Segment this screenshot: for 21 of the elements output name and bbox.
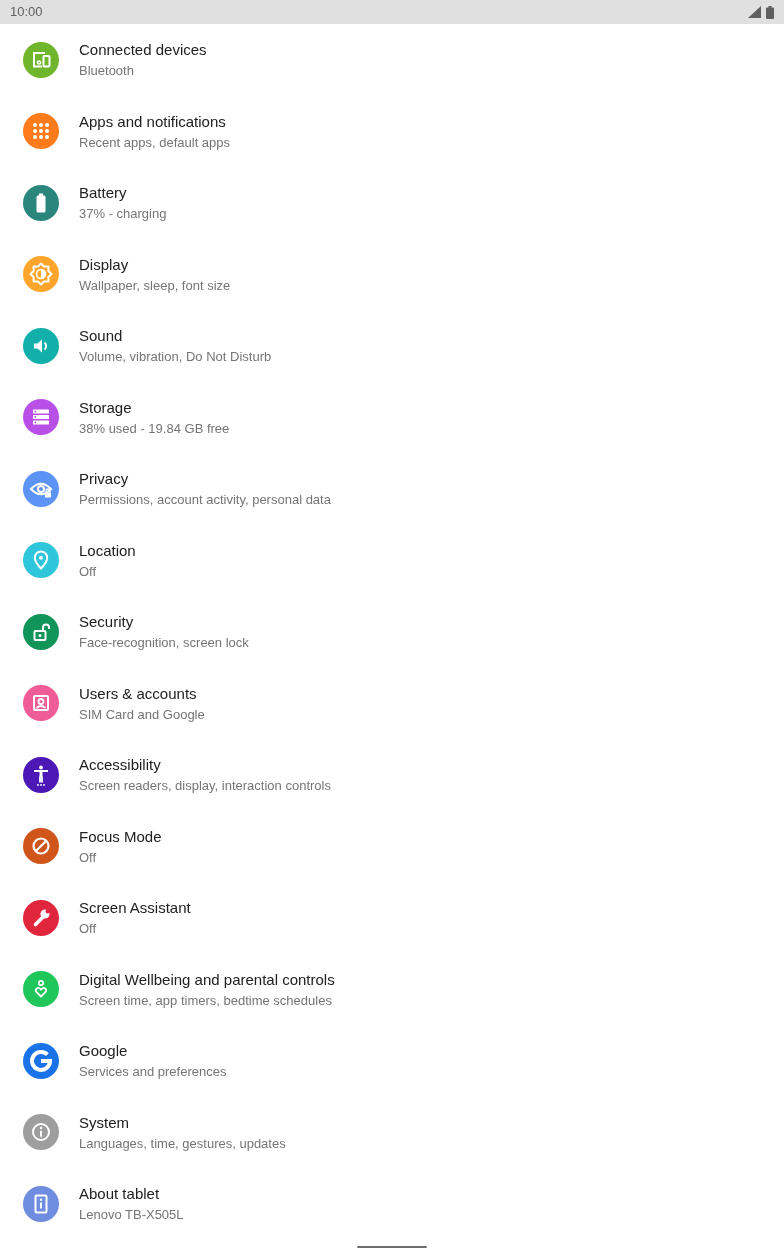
settings-item[interactable]: Users & accounts SIM Card and Google [23, 682, 205, 724]
settings-item[interactable]: Location Off [23, 539, 136, 581]
settings-item[interactable]: Battery 37% - charging [23, 182, 167, 224]
signal-icon [748, 6, 761, 18]
settings-item[interactable]: Privacy Permissions, account activity, personal data [23, 468, 331, 510]
home-handle[interactable] [357, 1245, 427, 1248]
settings-item[interactable]: Screen Assistant Off [23, 897, 191, 939]
status-time: 10:00 [10, 4, 43, 20]
settings-item[interactable]: Security Face-recognition, screen lock [23, 611, 249, 653]
settings-item[interactable]: System Languages, time, gestures, updates [23, 1111, 286, 1153]
settings-item[interactable]: Sound Volume, vibration, Do Not Disturb [23, 325, 272, 367]
settings-item[interactable]: Apps and notifications Recent apps, default apps [23, 110, 231, 152]
settings-item[interactable]: Accessibility Screen readers, display, interaction controls [23, 754, 331, 796]
settings-item[interactable]: Digital Wellbeing and parental controls Screen time, app timers, bedtime schedules [23, 968, 335, 1010]
settings-item[interactable]: Connected devices Bluetooth [23, 39, 207, 81]
settings-item[interactable]: Focus Mode Off [23, 825, 162, 867]
settings-item[interactable]: Google Services and preferences [23, 1040, 227, 1082]
battery-icon [766, 5, 774, 19]
settings-item[interactable]: Storage 38% used - 19.84 GB free [23, 396, 230, 438]
settings-item[interactable]: Display Wallpaper, sleep, font size [23, 253, 231, 295]
settings-item[interactable]: About tablet Lenovo TB-X505L [23, 1183, 184, 1225]
